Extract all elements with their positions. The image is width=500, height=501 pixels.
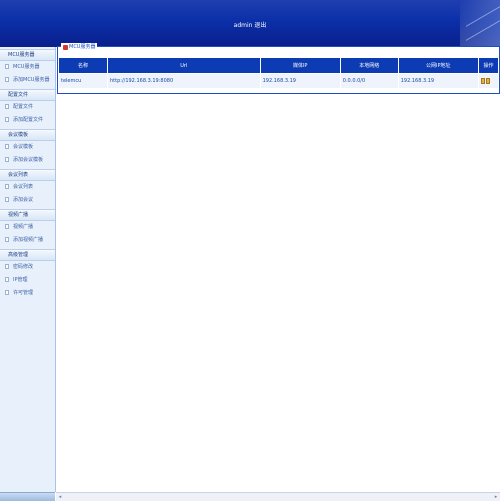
sidebar-section-meetings: 会议列表 会议列表 添加会议 <box>0 169 55 207</box>
nav-item-label: 视频广播 <box>13 224 34 230</box>
document-icon <box>5 184 9 189</box>
cell-url[interactable]: http://192.168.3.19:8080 <box>107 73 261 89</box>
sidebar-section-advanced: 高级管理 密码修改 IP管理 许可管理 <box>0 249 55 300</box>
document-icon <box>5 277 9 282</box>
nav-item-license-management[interactable]: 许可管理 <box>0 287 55 300</box>
column-header-actions: 操作 <box>477 57 500 74</box>
cell-media-ip: 192.168.3.19 <box>259 73 341 89</box>
header-decoration <box>460 0 500 47</box>
header-user-logout[interactable]: admin 退出 <box>0 20 500 29</box>
nav-item-label: 会议模板 <box>13 144 34 150</box>
column-header-name: 名称 <box>58 57 108 74</box>
nav-item-label: IP管理 <box>13 277 28 283</box>
sidebar-section-template: 会议模板 会议模板 添加会议模板 <box>0 129 55 167</box>
document-icon <box>5 237 9 242</box>
nav-item-password-change[interactable]: 密码修改 <box>0 261 55 274</box>
scroll-left-arrow[interactable]: ◂ <box>57 494 63 500</box>
document-icon <box>5 290 9 295</box>
nav-item-label: 添加会议 <box>13 197 34 203</box>
column-header-public-ip: 公网IP地址 <box>397 57 479 74</box>
section-title[interactable]: 视频广播 <box>0 209 55 221</box>
table-row: telemcu http://192.168.3.19:8080 192.168… <box>58 73 500 89</box>
document-icon <box>5 117 9 122</box>
nav-item-video-broadcast[interactable]: 视频广播 <box>0 221 55 234</box>
scroll-right-arrow[interactable]: ▸ <box>493 494 499 500</box>
nav-item-meeting-template[interactable]: 会议模板 <box>0 141 55 154</box>
section-title[interactable]: 配置文件 <box>0 89 55 101</box>
document-icon <box>5 157 9 162</box>
nav-item-config-file[interactable]: 配置文件 <box>0 101 55 114</box>
document-icon <box>5 224 9 229</box>
table-header-row: 名称 Url 媒体IP 本地网络 公网IP地址 操作 <box>58 57 500 74</box>
legend-label: MCU服务器 <box>69 44 96 50</box>
mcu-server-panel: MCU服务器 名称 Url 媒体IP 本地网络 公网IP地址 操作 telemc… <box>57 43 500 94</box>
panel-legend: MCU服务器 <box>61 43 98 51</box>
nav-item-label: 配置文件 <box>13 104 34 110</box>
nav-item-add-config-file[interactable]: 添加配置文件 <box>0 114 55 127</box>
document-icon <box>5 104 9 109</box>
nav-item-label: 许可管理 <box>13 290 34 296</box>
nav-item-add-video-broadcast[interactable]: 添加视频广播 <box>0 234 55 247</box>
section-title[interactable]: MCU服务器 <box>0 49 55 61</box>
app-header: admin 退出 <box>0 0 500 47</box>
cell-name: telemcu <box>58 73 108 89</box>
nav-item-mcu-server[interactable]: MCU服务器 <box>0 61 55 74</box>
document-icon <box>5 197 9 202</box>
delete-icon[interactable] <box>485 77 490 84</box>
mcu-server-table: 名称 Url 媒体IP 本地网络 公网IP地址 操作 telemcu http:… <box>58 57 500 89</box>
nav-item-label: MCU服务器 <box>13 64 40 70</box>
nav-item-label: 添加MCU服务器 <box>13 77 50 83</box>
cell-public-ip: 192.168.3.19 <box>397 73 479 89</box>
sidebar: MCU服务器 MCU服务器 添加MCU服务器 配置文件 配置文件 添加配置文件 … <box>0 47 56 492</box>
cell-local-network: 0.0.0.0/0 <box>339 73 399 89</box>
section-title[interactable]: 会议列表 <box>0 169 55 181</box>
section-title[interactable]: 会议模板 <box>0 129 55 141</box>
column-header-media-ip: 媒体IP <box>259 57 341 74</box>
server-icon <box>63 44 68 50</box>
sidebar-section-broadcast: 视频广播 视频广播 添加视频广播 <box>0 209 55 247</box>
document-icon <box>5 264 9 269</box>
column-header-url: Url <box>107 57 261 74</box>
nav-item-add-meeting[interactable]: 添加会议 <box>0 194 55 207</box>
column-header-local-network: 本地网络 <box>339 57 399 74</box>
sidebar-section-config: 配置文件 配置文件 添加配置文件 <box>0 89 55 127</box>
nav-item-meeting-list[interactable]: 会议列表 <box>0 181 55 194</box>
cell-actions <box>477 73 500 89</box>
nav-item-label: 密码修改 <box>13 264 34 270</box>
section-title[interactable]: 高级管理 <box>0 249 55 261</box>
document-icon <box>5 77 9 82</box>
nav-item-label: 会议列表 <box>13 184 34 190</box>
nav-item-label: 添加视频广播 <box>13 237 44 243</box>
document-icon <box>5 64 9 69</box>
nav-item-add-meeting-template[interactable]: 添加会议模板 <box>0 154 55 167</box>
document-icon <box>5 144 9 149</box>
sidebar-section-mcu: MCU服务器 MCU服务器 添加MCU服务器 <box>0 49 55 87</box>
nav-item-add-mcu-server[interactable]: 添加MCU服务器 <box>0 74 55 87</box>
nav-item-label: 添加配置文件 <box>13 117 44 123</box>
nav-item-ip-management[interactable]: IP管理 <box>0 274 55 287</box>
edit-icon[interactable] <box>480 77 485 84</box>
nav-item-label: 添加会议模板 <box>13 157 44 163</box>
